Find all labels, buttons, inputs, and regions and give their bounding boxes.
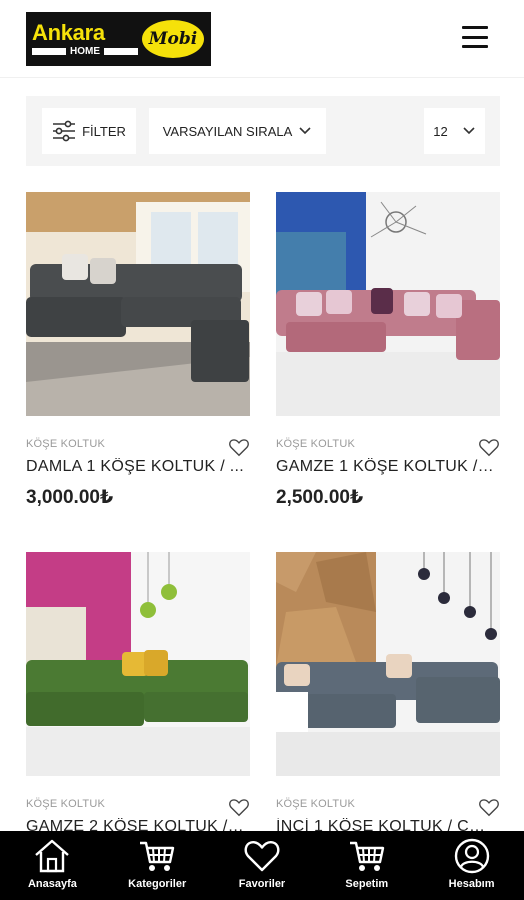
sort-label: VARSAYILAN SIRALA (162, 123, 293, 139)
chevron-down-icon (299, 127, 311, 135)
menu-line (462, 35, 488, 39)
user-icon (454, 838, 489, 874)
product-price: 2,500.00₺ (276, 487, 364, 508)
product-name[interactable]: DAMLA 1 KÖŞE KOLTUK / ... (26, 458, 244, 476)
product-name[interactable]: GAMZE 1 KÖŞE KOLTUK / ... (276, 458, 494, 476)
product-card[interactable]: KÖŞE KOLTUK İNCİ 1 KÖŞE KOLTUK / CO... (276, 552, 500, 876)
heart-outline-icon[interactable] (228, 796, 250, 818)
nav-home[interactable]: Anasayfa (0, 831, 105, 900)
product-meta: KÖŞE KOLTUK GAMZE 1 KÖŞE KOLTUK / ... 2,… (276, 416, 500, 516)
heart-outline-icon[interactable] (478, 796, 500, 818)
logo-bar (32, 48, 66, 55)
logo-word: Ankara (32, 19, 105, 45)
heart-outline-icon[interactable] (478, 436, 500, 458)
shop-toolbar: FİLTER VARSAYILAN SIRALA 12 (26, 96, 500, 166)
product-category[interactable]: KÖŞE KOLTUK (276, 438, 355, 450)
logo-bar (104, 48, 138, 55)
product-card[interactable]: KÖŞE KOLTUK GAMZE 1 KÖŞE KOLTUK / ... 2,… (276, 192, 500, 516)
logo-badge: Mobi (142, 20, 204, 58)
nav-label: Sepetim (345, 878, 389, 890)
product-price: 3,000.00₺ (26, 487, 114, 508)
app-header: Ankara HOME Mobi (0, 0, 524, 78)
home-icon (35, 839, 70, 873)
product-image[interactable] (26, 192, 250, 416)
nav-favorites[interactable]: Favoriler (210, 831, 315, 900)
menu-line (462, 45, 488, 48)
product-image[interactable] (276, 552, 500, 776)
filter-button[interactable]: FİLTER (42, 108, 136, 154)
product-card[interactable]: KÖŞE KOLTUK GAMZE 2 KÖŞE KOLTUK / ... (26, 552, 250, 876)
nav-categories[interactable]: Kategoriler (105, 831, 210, 900)
nav-label: Kategoriler (128, 878, 187, 890)
logo-subline: HOME (32, 45, 138, 57)
product-image[interactable] (26, 552, 250, 776)
product-image[interactable] (276, 192, 500, 416)
heart-outline-icon[interactable] (228, 436, 250, 458)
hamburger-menu-icon[interactable] (462, 26, 488, 48)
filter-sliders-icon (53, 120, 76, 142)
product-card[interactable]: KÖŞE KOLTUK DAMLA 1 KÖŞE KOLTUK / ... 3,… (26, 192, 250, 516)
nav-label: Anasayfa (27, 878, 77, 890)
heart-icon (244, 841, 280, 872)
product-meta: KÖŞE KOLTUK DAMLA 1 KÖŞE KOLTUK / ... 3,… (26, 416, 250, 516)
menu-line (462, 26, 488, 29)
product-category[interactable]: KÖŞE KOLTUK (26, 798, 105, 810)
brand-logo[interactable]: Ankara HOME Mobi (26, 12, 211, 66)
logo-home: HOME (70, 45, 100, 57)
sort-select[interactable]: VARSAYILAN SIRALA (149, 108, 326, 154)
nav-account[interactable]: Hesabım (419, 831, 524, 900)
cart-icon (349, 841, 384, 871)
bottom-navigation: Anasayfa Kategoriler Favoriler Sepetim H… (0, 831, 524, 900)
per-page-value: 12 (433, 123, 448, 139)
logo-wordmark: Ankara HOME (26, 12, 138, 66)
filter-label: FİLTER (82, 123, 126, 139)
logo-badge-text: Mobi (148, 29, 198, 49)
nav-cart[interactable]: Sepetim (314, 831, 419, 900)
chevron-down-icon (463, 127, 475, 135)
per-page-select[interactable]: 12 (424, 108, 485, 154)
product-category[interactable]: KÖŞE KOLTUK (26, 438, 105, 450)
product-category[interactable]: KÖŞE KOLTUK (276, 798, 355, 810)
nav-label: Favoriler (238, 878, 286, 890)
nav-label: Hesabım (448, 878, 495, 890)
cart-icon (140, 841, 175, 871)
